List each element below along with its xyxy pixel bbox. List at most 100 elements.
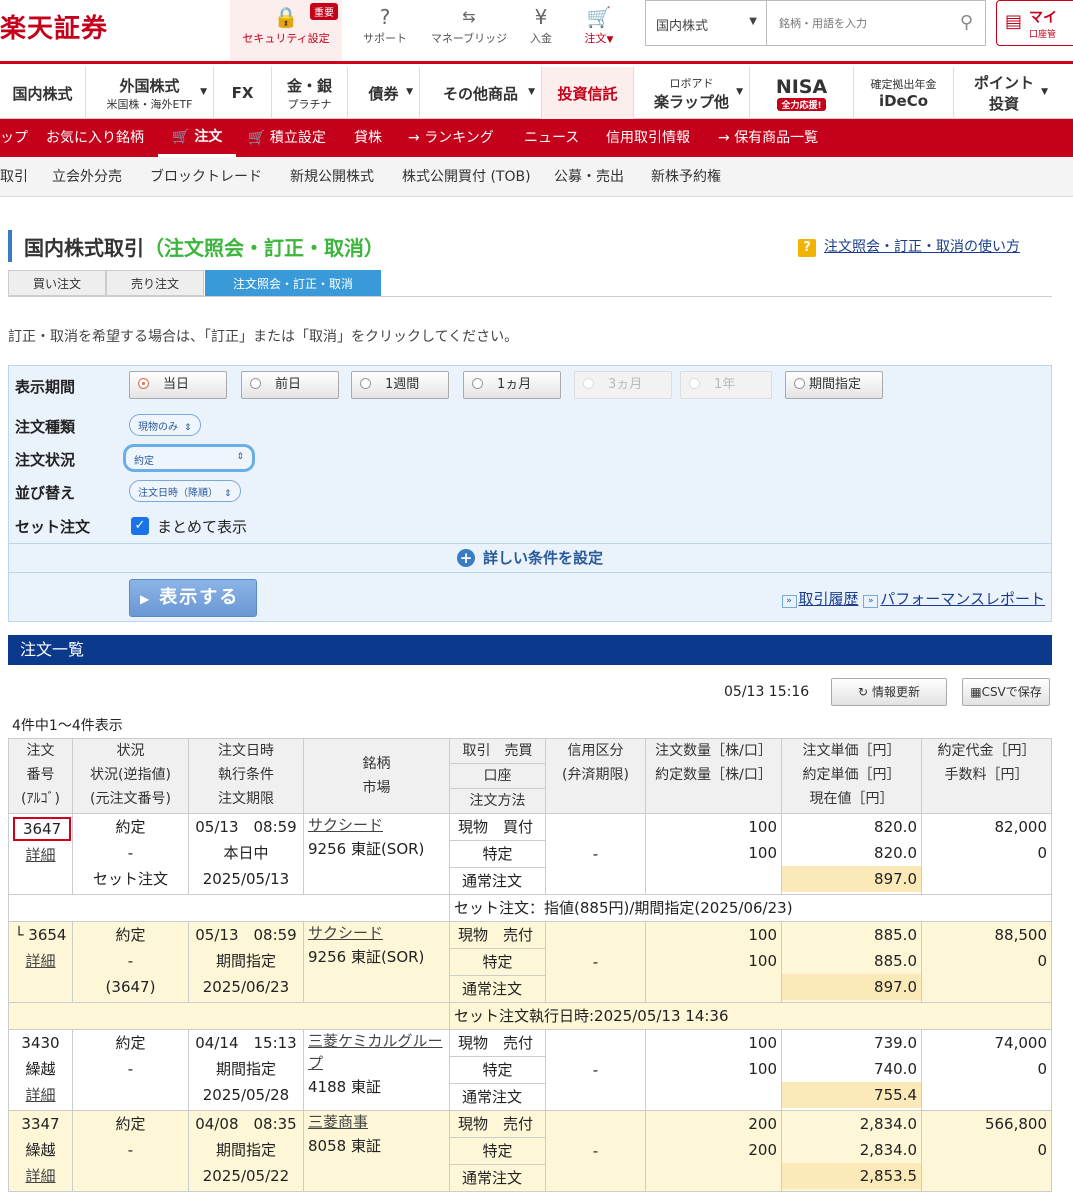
nav-warrants[interactable]: 新株予約権 xyxy=(651,157,721,197)
nav-trade[interactable]: 取引 xyxy=(0,157,28,197)
detail-link[interactable]: 詳細 xyxy=(13,948,68,974)
subnav-accumulation[interactable]: 🛒 積立設定 xyxy=(248,119,326,157)
show-button[interactable]: ▶ 表示する xyxy=(129,579,257,617)
filled-amount: 566,800 xyxy=(984,1115,1047,1133)
market-select[interactable]: 国内株式 ▼ xyxy=(645,0,767,46)
nav-po[interactable]: 公募・売出 xyxy=(554,157,624,197)
support-button[interactable]: ? サポート xyxy=(356,4,414,52)
group-display-checkbox[interactable]: ✓ xyxy=(131,517,149,535)
subnav-lending[interactable]: 貸株 xyxy=(354,119,382,157)
price-cell: 820.0 820.0 897.0 xyxy=(781,813,922,895)
date-cell: 04/14 15:13 期間指定 2025/05/28 xyxy=(188,1029,304,1111)
help-link[interactable]: ? 注文照会・訂正・取消の使い方 xyxy=(798,236,1020,257)
link-arrow-icon: » xyxy=(863,595,879,608)
set-order-note-row: セット注文執行日時:2025/05/13 14:36 xyxy=(8,1002,1052,1030)
nav-ideco[interactable]: 確定拠出年金 iDeCo xyxy=(854,67,954,119)
nav-bonds[interactable]: 債券 ▼ xyxy=(348,67,420,119)
nav-roboad[interactable]: ロボアド 楽ラップ他 ▼ xyxy=(634,67,750,119)
amount-cell: 88,500 0 xyxy=(921,921,1052,1003)
nav-point-investment[interactable]: ポイント 投資 ▼ xyxy=(954,67,1054,119)
filter-panel: 表示期間 当日 前日 1週間 1ヵ月 3ヵ月 1年 期間指定 注文種類 現物のみ… xyxy=(8,365,1052,622)
help-icon: ? xyxy=(798,239,816,257)
order-expiry: 2025/05/28 xyxy=(202,1086,290,1104)
stock-name-link[interactable]: 三菱ケミカルグループ xyxy=(308,1030,445,1074)
nav-investment-trust[interactable]: 投資信託 xyxy=(542,67,634,119)
subnav-top[interactable]: ップ xyxy=(0,119,28,157)
mypage-button[interactable]: ▤ マイ 口座管 xyxy=(996,0,1073,46)
order-type-label: 注文種類 xyxy=(15,418,76,436)
stock-name-link[interactable]: 三菱商事 xyxy=(308,1111,445,1133)
order-list-header: 注文一覧 xyxy=(8,635,1052,665)
detail-link[interactable]: 詳細 xyxy=(13,1163,68,1189)
order-method: 通常注文 xyxy=(462,980,523,998)
nav-off-floor[interactable]: 立会外分売 xyxy=(52,157,122,197)
order-number: 3430 xyxy=(21,1034,60,1052)
status-text: 約定 xyxy=(115,1115,146,1133)
detail-link[interactable]: 詳細 xyxy=(13,1082,68,1108)
nav-gold-silver[interactable]: 金・銀 プラチナ xyxy=(272,67,348,119)
tab-buy-order[interactable]: 買い注文 xyxy=(8,270,106,296)
nav-fx[interactable]: FX xyxy=(214,67,272,119)
security-settings-button[interactable]: 🔒 セキュリティ設定 重要 xyxy=(230,0,342,60)
order-menu-button[interactable]: 🛒 注文▼ xyxy=(574,4,624,52)
order-expiry: 2025/05/13 xyxy=(202,870,290,888)
status-text: 約定 xyxy=(115,818,146,836)
status-text: 約定 xyxy=(115,926,146,944)
period-1month[interactable]: 1ヵ月 xyxy=(463,371,561,399)
nav-domestic-stock[interactable]: 国内株式 xyxy=(0,67,86,119)
tertiary-nav: 取引 立会外分売 ブロックトレード 新規公開株式 株式公開買付 (TOB) 公募… xyxy=(0,157,1073,197)
qty-cell: 100 100 xyxy=(645,813,782,895)
subnav-favorites[interactable]: お気に入り銘柄 xyxy=(46,119,144,157)
nav-foreign-stock[interactable]: 外国株式 米国株・海外ETF ▼ xyxy=(86,67,214,119)
deposit-button[interactable]: ¥ 入金 xyxy=(522,4,560,52)
current-price: 755.4 xyxy=(782,1082,921,1108)
stock-name-link[interactable]: サクシード xyxy=(308,814,445,836)
period-today[interactable]: 当日 xyxy=(129,371,227,399)
account-type: 特定 xyxy=(450,1057,545,1084)
order-number: 3647 xyxy=(13,814,72,842)
nav-other-products[interactable]: その他商品 ▼ xyxy=(420,67,542,119)
nav-block-trade[interactable]: ブロックトレード xyxy=(150,157,262,197)
performance-report-link[interactable]: パフォーマンスレポート xyxy=(880,590,1045,608)
search-field[interactable]: ⚲ xyxy=(766,0,986,46)
order-status-select[interactable]: 約定 ⇕ xyxy=(123,444,255,472)
nav-nisa[interactable]: NISA 全力応援! xyxy=(750,67,854,119)
name-cell: サクシード 9256 東証(SOR) xyxy=(303,921,450,1003)
order-datetime: 04/08 08:35 xyxy=(195,1115,297,1133)
account-type: 特定 xyxy=(450,1138,545,1165)
search-input[interactable] xyxy=(767,1,947,45)
period-custom[interactable]: 期間指定 xyxy=(785,371,883,399)
search-icon[interactable]: ⚲ xyxy=(960,12,973,33)
period-prev-day[interactable]: 前日 xyxy=(241,371,339,399)
csv-save-button[interactable]: ▦CSVで保存 xyxy=(962,678,1050,706)
trade-history-link[interactable]: 取引履歴 xyxy=(799,590,859,608)
order-method: 通常注文 xyxy=(462,872,523,890)
subnav-margin-info[interactable]: 信用取引情報 xyxy=(606,119,690,157)
order-expiry: 2025/06/23 xyxy=(202,978,290,996)
nav-tob[interactable]: 株式公開買付 (TOB) xyxy=(402,157,531,197)
subnav-order[interactable]: 🛒 注文 xyxy=(158,119,237,157)
subnav-ranking[interactable]: → ランキング xyxy=(408,119,494,157)
tab-sell-order[interactable]: 売り注文 xyxy=(106,270,204,296)
radio-icon xyxy=(583,378,594,389)
nav-ipo[interactable]: 新規公開株式 xyxy=(290,157,374,197)
order-table: 注文 番号 (ｱﾙｺﾞ) 状況 状況(逆指値) (元注文番号) 注文日時 執行条件 注文期限… xyxy=(8,738,1052,1192)
status-origin: セット注文 xyxy=(92,870,168,888)
tab-order-inquiry[interactable]: 注文照会・訂正・取消 xyxy=(205,270,381,296)
sort-select[interactable]: 注文日時（降順） ⇕ xyxy=(129,480,241,502)
money-bridge-button[interactable]: ⇆ マネーブリッジ xyxy=(424,4,514,52)
order-type-select[interactable]: 現物のみ ⇕ xyxy=(129,414,201,436)
status-cell: 約定 - xyxy=(72,1110,189,1192)
current-price: 897.0 xyxy=(782,866,921,892)
stock-name-link[interactable]: サクシード xyxy=(308,922,445,944)
carryover-label: 繰越 xyxy=(25,1141,56,1159)
sort-label: 並び替え xyxy=(15,484,76,502)
page-title: 国内株式取引（注文照会・訂正・取消） xyxy=(24,236,384,260)
subnav-news[interactable]: ニュース xyxy=(524,119,579,157)
period-1week[interactable]: 1週間 xyxy=(351,371,449,399)
advanced-conditions-toggle[interactable]: + 詳しい条件を設定 xyxy=(9,543,1051,573)
detail-link[interactable]: 詳細 xyxy=(13,842,68,868)
subnav-holdings[interactable]: → 保有商品一覧 xyxy=(718,119,818,157)
rakuten-logo[interactable]: 楽天証券 xyxy=(0,8,108,45)
refresh-button[interactable]: ↻ 情報更新 xyxy=(831,678,947,706)
